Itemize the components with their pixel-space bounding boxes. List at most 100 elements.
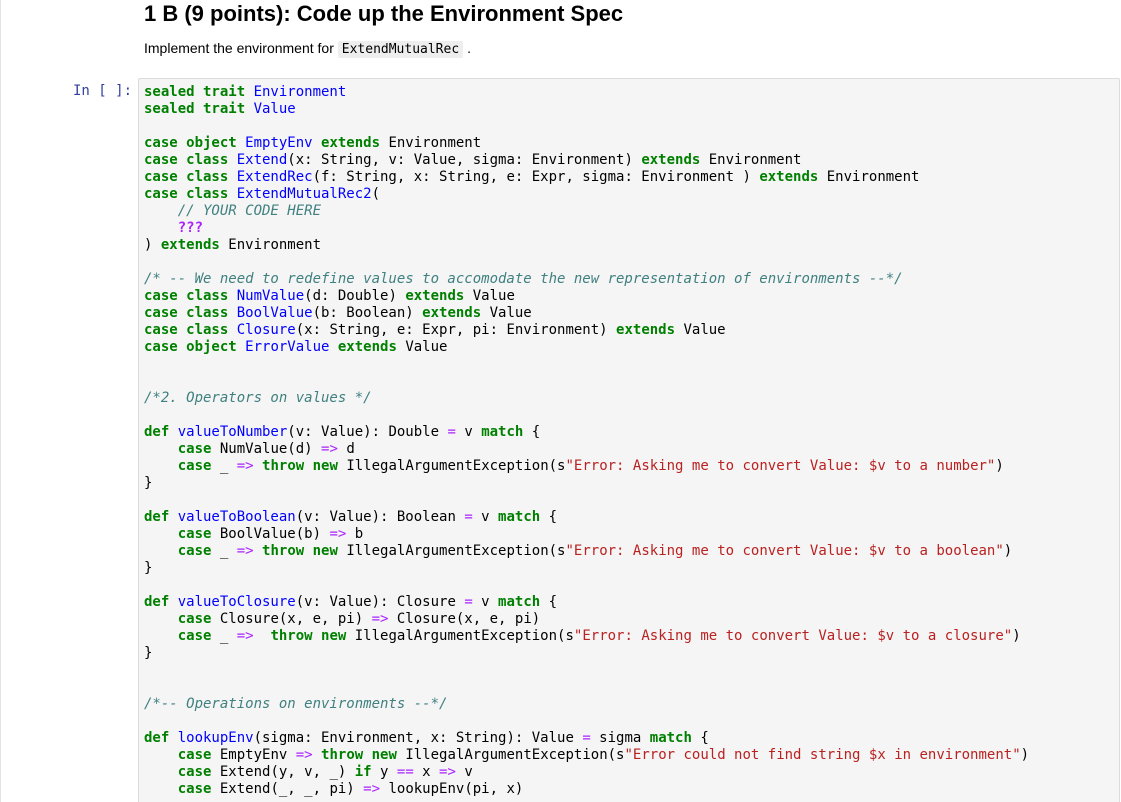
- code-token: case: [177, 543, 220, 559]
- code-line: sealed trait Value: [144, 101, 1029, 118]
- code-token: lookupEnv(pi, x): [380, 781, 524, 797]
- code-token: throw new: [262, 543, 347, 559]
- code-token: extends: [422, 305, 490, 321]
- code-token: =: [464, 509, 473, 525]
- code-token: extends: [321, 135, 389, 151]
- code-token: def: [144, 509, 178, 525]
- code-token: {: [531, 424, 541, 440]
- code-token: (x: String, v: Value, sigma: Environment…: [287, 152, 642, 168]
- code-token: case class: [144, 169, 237, 185]
- code-token: extends: [160, 237, 229, 253]
- code-line: case _ => throw new IllegalArgumentExcep…: [144, 628, 1029, 645]
- code-line: case Extend(y, v, _) if y == x => v: [144, 764, 1029, 781]
- code-line: case _ => throw new IllegalArgumentExcep…: [144, 543, 1029, 560]
- code-token: sealed trait: [144, 101, 254, 117]
- code-token: v: [455, 424, 482, 440]
- code-token: Value: [683, 322, 726, 338]
- code-token: =>: [236, 543, 254, 559]
- code-line: }: [144, 645, 1029, 662]
- code-token: ): [144, 237, 161, 253]
- code-token: (b: Boolean): [312, 305, 423, 321]
- code-token: /*2. Operators on values */: [144, 390, 372, 406]
- code-token: lookupEnv: [177, 730, 254, 746]
- code-token: case class: [144, 186, 237, 202]
- code-token: ): [995, 458, 1004, 474]
- code-area[interactable]: sealed trait Environment sealed trait Val…: [144, 84, 1029, 798]
- code-token: case: [177, 747, 220, 763]
- code-cell-editor[interactable]: sealed trait Environment sealed trait Val…: [138, 78, 1120, 802]
- code-token: ==: [396, 764, 414, 780]
- code-token: BoolValue: [236, 305, 313, 321]
- code-token: "Error could not find string $x in envir…: [624, 747, 1021, 763]
- code-token: ExtendMutualRec2: [236, 186, 372, 202]
- code-token: }: [144, 560, 153, 576]
- code-token: Environment: [826, 169, 920, 185]
- code-token: case: [177, 526, 220, 542]
- code-line: def valueToBoolean(v: Value): Boolean = …: [144, 509, 1029, 526]
- code-token: d: [337, 441, 355, 457]
- code-token: Value: [405, 339, 448, 355]
- code-line: }: [144, 560, 1029, 577]
- code-token: sealed trait: [144, 84, 254, 100]
- code-token: =>: [439, 764, 456, 780]
- code-token: {: [548, 594, 558, 610]
- code-token: (v: Value): Boolean: [295, 509, 465, 525]
- code-token: sigma: [590, 730, 650, 746]
- code-token: // YOUR CODE HERE: [177, 203, 322, 219]
- code-token: }: [144, 645, 153, 661]
- code-token: =: [447, 424, 456, 440]
- code-token: case: [177, 441, 220, 457]
- instruction-text: Implement the environment for: [144, 40, 334, 56]
- code-token: case: [177, 458, 220, 474]
- code-token: =: [464, 594, 473, 610]
- code-line: def lookupEnv(sigma: Environment, x: Str…: [144, 730, 1029, 747]
- code-line: /* -- We need to redefine values to acco…: [144, 271, 1029, 288]
- code-token: (v: Value): Double: [287, 424, 448, 440]
- code-token: /* -- We need to redefine values to acco…: [144, 271, 903, 287]
- code-token: case: [177, 781, 220, 797]
- code-token: BoolValue(b): [219, 526, 330, 542]
- code-line: case class Closure(x: String, e: Expr, p…: [144, 322, 1029, 339]
- code-token: IllegalArgumentException(s: [346, 458, 566, 474]
- code-token: valueToNumber: [177, 424, 288, 440]
- code-token: Closure: [236, 322, 296, 338]
- code-token: throw new: [262, 458, 347, 474]
- instruction-period: .: [467, 40, 471, 56]
- code-token: match: [649, 730, 701, 746]
- code-line: ) extends Environment: [144, 237, 1029, 254]
- code-token: valueToBoolean: [177, 509, 296, 525]
- code-token: throw new: [321, 747, 406, 763]
- code-token: NumValue(d): [219, 441, 322, 457]
- code-token: case: [177, 628, 220, 644]
- code-token: "Error: Asking me to convert Value: $v t…: [573, 628, 1013, 644]
- code-token: Extend(y, v, _): [219, 764, 355, 780]
- code-token: Closure(x, e, pi): [219, 611, 372, 627]
- code-token: case: [177, 611, 220, 627]
- code-token: case class: [144, 305, 237, 321]
- code-token: Value: [489, 305, 532, 321]
- code-token: =>: [236, 458, 254, 474]
- code-line: /*2. Operators on values */: [144, 390, 1029, 407]
- code-token: ): [1012, 628, 1021, 644]
- code-token: extends: [405, 288, 473, 304]
- code-token: EmptyEnv: [245, 135, 322, 151]
- code-line: case Closure(x, e, pi) => Closure(x, e, …: [144, 611, 1029, 628]
- code-line: }: [144, 475, 1029, 492]
- notebook-left-border: [0, 0, 1, 802]
- code-token: case class: [144, 322, 237, 338]
